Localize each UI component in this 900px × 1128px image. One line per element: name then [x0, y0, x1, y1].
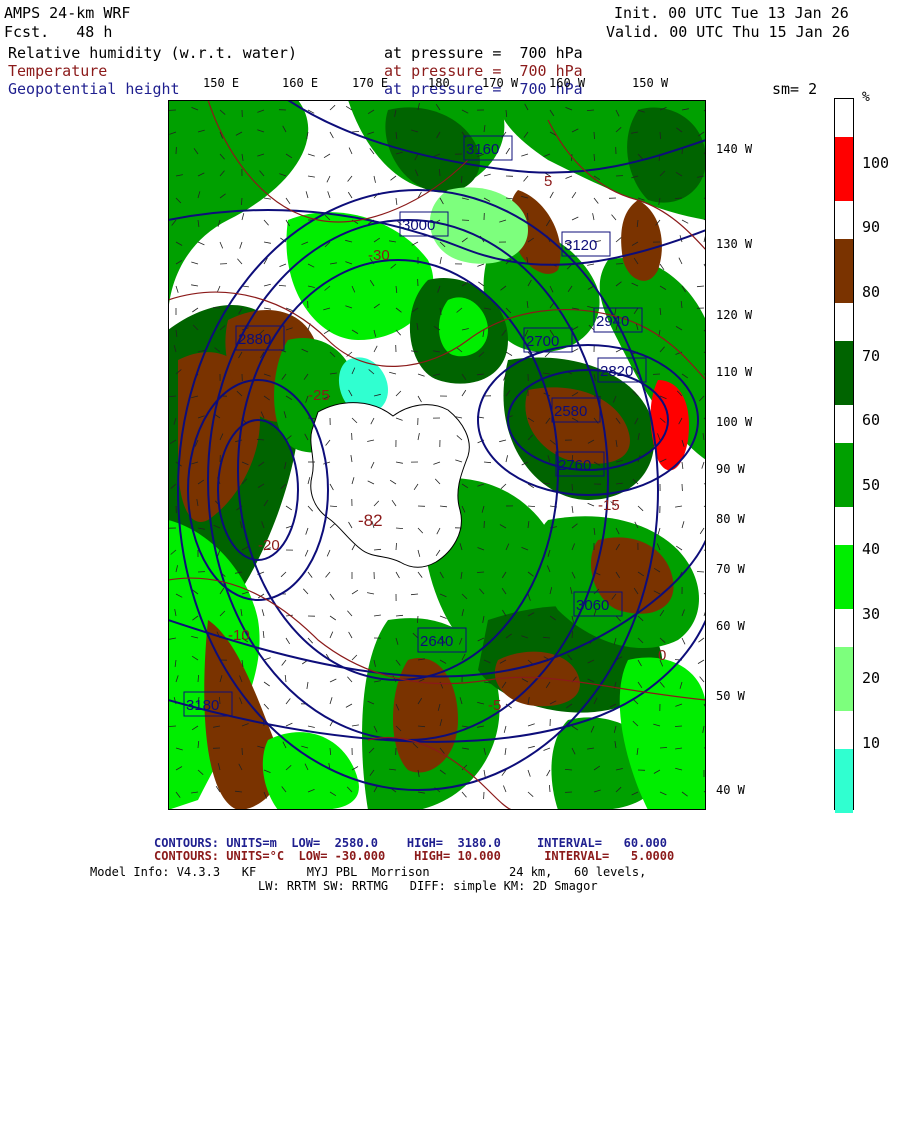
- smoothing-label: sm= 2: [772, 80, 817, 98]
- svg-text:2640: 2640: [420, 633, 453, 650]
- svg-text:3120: 3120: [564, 237, 597, 254]
- lon-label: 170 E: [352, 76, 388, 90]
- lon-label-right: 140 W: [716, 142, 752, 156]
- colorbar-unit: %: [862, 90, 870, 105]
- lon-label-right: 100 W: [716, 415, 752, 429]
- colorbar-swatch: [835, 341, 853, 405]
- lon-label: 160 E: [282, 76, 318, 90]
- field-height-label: Geopotential height: [8, 80, 180, 98]
- lon-label-right: 60 W: [716, 619, 745, 633]
- field-rh-label: Relative humidity (w.r.t. water): [8, 44, 297, 62]
- lon-label: 180: [428, 76, 450, 90]
- lon-label-right: 40 W: [716, 783, 745, 797]
- field-temp-label: Temperature: [8, 62, 107, 80]
- model-title: AMPS 24-km WRF: [4, 4, 130, 22]
- svg-text:-30: -30: [368, 247, 390, 264]
- init-time: Init. 00 UTC Tue 13 Jan 26: [614, 4, 849, 22]
- colorbar-swatch: [835, 137, 853, 201]
- wind-barb: [697, 572, 704, 573]
- colorbar-swatch: [835, 851, 853, 1109]
- colorbar-swatch: [835, 443, 853, 507]
- wind-barb: [477, 572, 484, 573]
- colorbar-swatch: [835, 545, 853, 609]
- rh-colorbar: [834, 98, 854, 810]
- colorbar-label: 90: [862, 218, 880, 236]
- colorbar-label: 30: [862, 605, 880, 623]
- svg-text:-25: -25: [308, 387, 330, 404]
- lon-label-right: 110 W: [716, 365, 752, 379]
- wind-barb: [594, 132, 595, 139]
- colorbar-label: 40: [862, 540, 880, 558]
- svg-text:3060: 3060: [576, 597, 609, 614]
- colorbar-swatch: [835, 647, 853, 711]
- wind-barb: [675, 726, 682, 727]
- colorbar-label: 80: [862, 283, 880, 301]
- colorbar-label: 10: [862, 734, 880, 752]
- lon-label: 150 W: [632, 76, 668, 90]
- lon-label-right: 80 W: [716, 512, 745, 526]
- colorbar-label: 60: [862, 411, 880, 429]
- wind-barb: [572, 484, 573, 491]
- model-info-physics: LW: RRTM SW: RRTMG DIFF: simple KM: 2D S…: [258, 880, 598, 893]
- svg-text:-20: -20: [258, 537, 280, 554]
- svg-text:2940: 2940: [596, 313, 629, 330]
- lon-label: 160 W: [549, 76, 585, 90]
- temp-contour-info: CONTOURS: UNITS=°C LOW= -30.000 HIGH= 10…: [154, 850, 674, 863]
- weather-map[interactable]: 3160 2940 3120 3000 2880 2700 2580 2760 …: [168, 100, 706, 810]
- svg-text:3000: 3000: [402, 217, 435, 234]
- wind-barb: [660, 748, 667, 749]
- lon-label: 150 E: [203, 76, 239, 90]
- svg-text:-15: -15: [598, 497, 620, 514]
- colorbar-swatch: [835, 749, 853, 813]
- svg-text:2820: 2820: [600, 363, 633, 380]
- svg-text:2580: 2580: [554, 403, 587, 420]
- pressure-rh: at pressure = 700 hPa: [384, 44, 583, 62]
- lon-label-right: 130 W: [716, 237, 752, 251]
- wind-barb: [528, 213, 529, 220]
- svg-text:3160: 3160: [466, 141, 499, 158]
- lon-label: 170 W: [482, 76, 518, 90]
- colorbar-label: 20: [862, 669, 880, 687]
- model-info: Model Info: V4.3.3 KF MYJ PBL Morrison 2…: [90, 866, 646, 879]
- lon-label-right: 120 W: [716, 308, 752, 322]
- wind-barb: [396, 543, 397, 550]
- pole-temperature: -82: [358, 511, 383, 530]
- wind-barb: [675, 198, 682, 199]
- svg-text:2880: 2880: [238, 331, 271, 348]
- colorbar-swatch: [835, 239, 853, 303]
- colorbar-label: 50: [862, 476, 880, 494]
- lon-label-right: 90 W: [716, 462, 745, 476]
- colorbar-label: 70: [862, 347, 880, 365]
- svg-text:-5: -5: [488, 697, 501, 714]
- forecast-hour: Fcst. 48 h: [4, 23, 112, 41]
- lon-label-right: 50 W: [716, 689, 745, 703]
- svg-text:-10: -10: [228, 627, 250, 644]
- colorbar-label: 100: [862, 154, 889, 172]
- svg-text:0: 0: [658, 647, 666, 664]
- svg-text:2700: 2700: [526, 333, 559, 350]
- valid-time: Valid. 00 UTC Thu 15 Jan 26: [606, 23, 850, 41]
- lon-label-right: 70 W: [716, 562, 745, 576]
- svg-text:5: 5: [544, 173, 552, 190]
- wind-barb: [169, 726, 176, 727]
- svg-text:3180: 3180: [186, 697, 219, 714]
- svg-text:2760: 2760: [558, 457, 591, 474]
